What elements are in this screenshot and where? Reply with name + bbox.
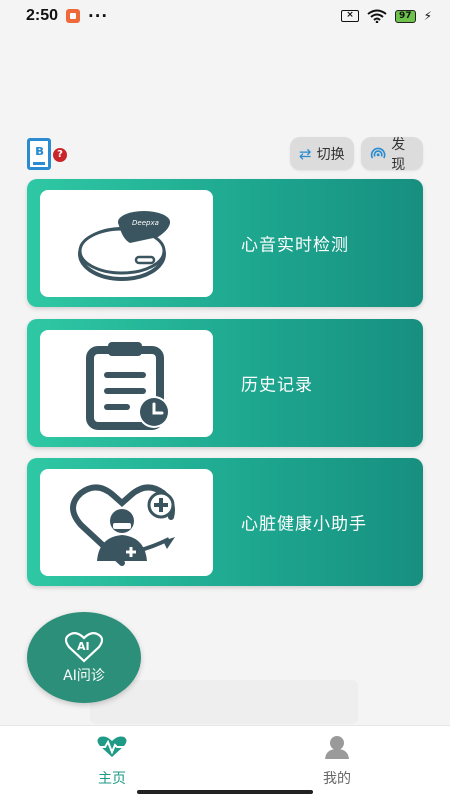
swap-arrows-icon: ⇄ (299, 144, 312, 163)
nav-me-label: 我的 (323, 771, 351, 787)
home-indicator[interactable] (137, 790, 313, 794)
status-time: 2:50 (26, 7, 59, 24)
status-bar: 2:50 ··· × 97 ⚡ (0, 0, 450, 32)
card-label: 心音实时检测 (241, 235, 349, 256)
card-heart-health-assistant[interactable]: 心脏健康小助手 (27, 458, 423, 586)
status-more-dots: ··· (88, 7, 109, 25)
wifi-icon (367, 9, 387, 23)
bluetooth-status[interactable]: ʙ ? (27, 138, 71, 172)
notification-app-icon (66, 9, 81, 23)
user-avatar-icon (297, 734, 377, 760)
charging-icon: ⚡ (423, 9, 432, 23)
switch-button[interactable]: ⇄ 切换 (290, 137, 354, 170)
card-image: Deepxa (40, 190, 213, 297)
card-image (40, 469, 213, 576)
toast-overlay (90, 680, 358, 724)
discover-label: 发现 (391, 136, 406, 173)
status-right-group: × 97 ⚡ (341, 9, 432, 23)
ai-heart-icon: AI (64, 631, 104, 663)
phone-bluetooth-icon: ʙ (27, 138, 51, 170)
card-history[interactable]: 历史记录 (27, 319, 423, 447)
discover-button[interactable]: 发现 (361, 137, 423, 173)
card-label: 心脏健康小助手 (241, 514, 367, 535)
unknown-status-badge: ? (53, 148, 67, 162)
bottom-nav: 主页 我的 (0, 725, 450, 800)
no-sim-icon: × (341, 10, 360, 22)
heart-doctor-icon (69, 484, 175, 566)
ai-heart-text: AI (77, 640, 90, 653)
nav-home-label: 主页 (98, 771, 126, 787)
clipboard-clock-icon (85, 341, 170, 430)
device-brand-text: Deepxa (132, 219, 159, 227)
card-label: 历史记录 (241, 375, 313, 396)
card-realtime-heart-sound[interactable]: Deepxa 心音实时检测 (27, 179, 423, 307)
nav-me[interactable]: 我的 (297, 734, 377, 788)
ai-consult-button[interactable]: AI AI问诊 (27, 612, 141, 703)
bluetooth-icon: ʙ (35, 143, 44, 159)
stethoscope-device-icon: Deepxa (77, 210, 170, 281)
switch-label: 切换 (316, 146, 345, 163)
heart-pulse-icon (72, 734, 152, 760)
ai-consult-label: AI问诊 (63, 667, 105, 684)
card-image (40, 330, 213, 437)
nav-home[interactable]: 主页 (72, 734, 152, 788)
signal-discover-icon (370, 147, 386, 158)
battery-indicator: 97 (395, 9, 416, 23)
